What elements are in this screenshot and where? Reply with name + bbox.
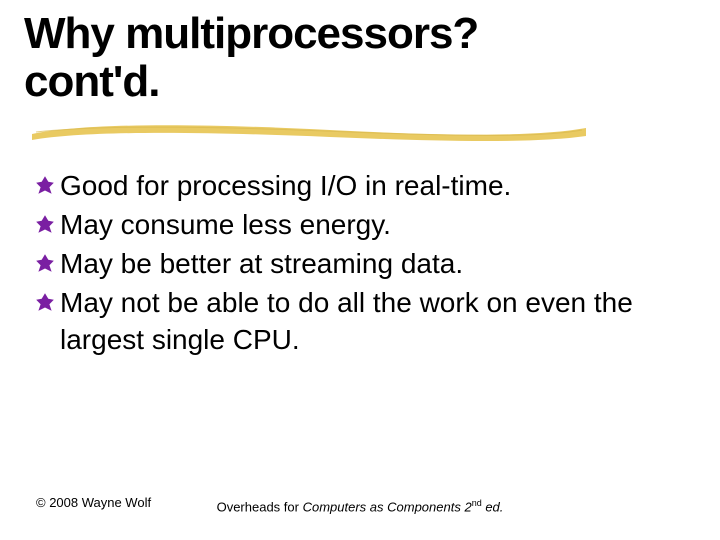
title-line-1: Why multiprocessors?: [24, 9, 478, 58]
dingbat-icon: [34, 213, 56, 235]
footer-center: Overheads for Computers as Components 2n…: [0, 498, 720, 516]
dingbat-icon: [34, 174, 56, 196]
list-item: May not be able to do all the work on ev…: [34, 285, 674, 359]
bullet-text: Good for processing I/O in real-time.: [60, 168, 674, 205]
footer-superscript: nd: [472, 498, 482, 508]
list-item: May consume less energy.: [34, 207, 674, 244]
bullet-list: Good for processing I/O in real-time. Ma…: [34, 168, 674, 361]
title-line-2: cont'd.: [24, 57, 159, 106]
dingbat-icon: [34, 252, 56, 274]
slide: Why multiprocessors? cont'd. Good for pr…: [0, 0, 720, 540]
bullet-text: May be better at streaming data.: [60, 246, 674, 283]
bullet-text: May consume less energy.: [60, 207, 674, 244]
bullet-text: May not be able to do all the work on ev…: [60, 285, 674, 359]
list-item: May be better at streaming data.: [34, 246, 674, 283]
dingbat-icon: [34, 291, 56, 313]
title-underline-decoration: [30, 118, 590, 144]
slide-title: Why multiprocessors? cont'd.: [24, 10, 478, 105]
footer-center-tail: ed.: [482, 500, 504, 515]
footer-center-italic: Computers as Components 2: [303, 500, 472, 515]
list-item: Good for processing I/O in real-time.: [34, 168, 674, 205]
footer-center-prefix: Overheads for: [217, 500, 303, 515]
